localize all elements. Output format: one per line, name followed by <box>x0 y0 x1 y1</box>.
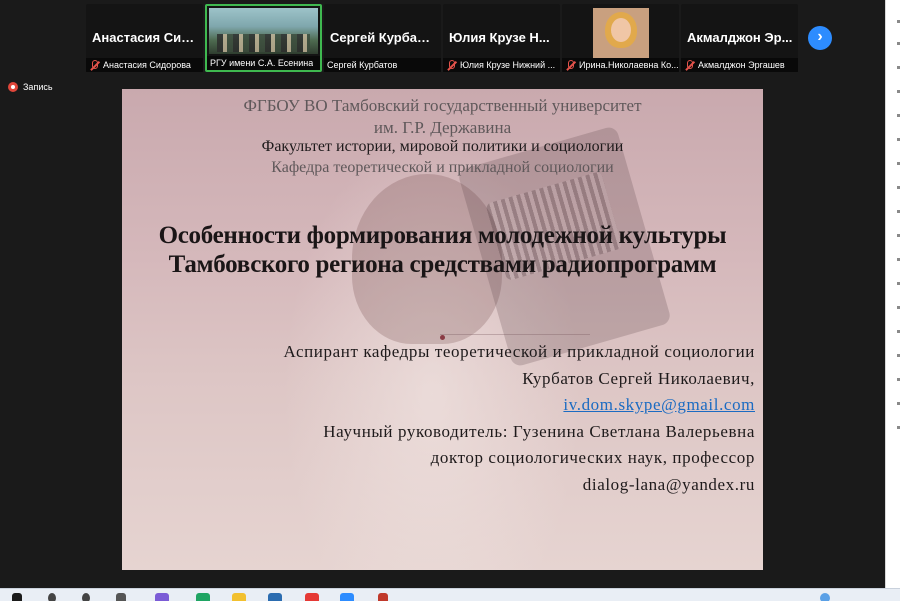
participant-tile-active-speaker[interactable]: РГУ имени С.А. Есенина <box>205 4 322 72</box>
participant-name: Ирина.Николаевна Ко... <box>579 60 679 70</box>
decorative-line <box>440 334 590 335</box>
slide-title: Особенности формирования молодежной куль… <box>122 221 763 279</box>
mic-muted-icon <box>684 59 695 71</box>
participant-big-name: Акмалджон Эр... <box>687 30 793 45</box>
recording-label: Запись <box>23 82 53 92</box>
participant-strip: Анастасия Сид... Анастасия Сидорова РГУ … <box>86 4 798 72</box>
participant-name: Юлия Крузе Нижний ... <box>460 60 556 70</box>
mic-muted-icon <box>446 59 457 71</box>
record-icon <box>8 82 18 92</box>
author-name: Курбатов Сергей Николаевич, <box>522 368 755 388</box>
slide-department: Кафедра теоретической и прикладной социо… <box>271 159 614 176</box>
advisor-name: Научный руководитель: Гузенина Светлана … <box>323 421 755 441</box>
participant-tile[interactable]: Ирина.Николаевна Ко... <box>562 4 679 72</box>
participant-caption: Юлия Крузе Нижний ... <box>443 58 560 72</box>
slide-authors: Аспирант кафедры теоретической и приклад… <box>195 339 755 498</box>
participant-big-name: Сергей Курбатов <box>330 30 436 45</box>
participant-name: РГУ имени С.А. Есенина <box>210 58 314 68</box>
participant-name: Сергей Курбатов <box>327 60 398 70</box>
participant-tile[interactable]: Сергей Курбатов Сергей Курбатов <box>324 4 441 72</box>
participant-caption: Акмалджон Эргашев <box>681 58 798 72</box>
author-email-link[interactable]: iv.dom.skype@gmail.com <box>195 392 755 419</box>
advisor-email: dialog-lana@yandex.ru <box>582 474 755 494</box>
slide-faculty: Факультет истории, мировой политики и со… <box>261 138 624 155</box>
participant-avatar <box>593 8 649 58</box>
mic-muted-icon <box>89 59 100 71</box>
taskbar <box>0 588 900 601</box>
participant-tile[interactable]: Акмалджон Эр... Акмалджон Эргашев <box>681 4 798 72</box>
next-participants-button[interactable]: › <box>808 26 832 50</box>
participant-name: Анастасия Сидорова <box>103 60 191 70</box>
advisor-degree: доктор социологических наук, профессор <box>430 448 755 467</box>
participant-caption: Сергей Курбатов <box>324 58 441 72</box>
mic-muted-icon <box>565 59 576 71</box>
meeting-window: Анастасия Сид... Анастасия Сидорова РГУ … <box>0 0 885 588</box>
slide-title-line1: Особенности формирования молодежной куль… <box>158 222 727 249</box>
slide-title-line2: Тамбовского региона средствами радиопрог… <box>168 251 717 278</box>
slide-university-line1: ФГБОУ ВО Тамбовский государственный унив… <box>243 96 642 115</box>
participant-big-name: Юлия Крузе Н... <box>449 30 550 45</box>
participant-tile[interactable]: Анастасия Сид... Анастасия Сидорова <box>86 4 203 72</box>
participant-tile[interactable]: Юлия Крузе Н... Юлия Крузе Нижний ... <box>443 4 560 72</box>
background-window-edge <box>885 0 900 588</box>
shared-slide: ФГБОУ ВО Тамбовский государственный унив… <box>122 89 763 570</box>
author-role: Аспирант кафедры теоретической и приклад… <box>283 342 755 361</box>
slide-university-line2: им. Г.Р. Державина <box>373 118 512 137</box>
slide-university: ФГБОУ ВО Тамбовский государственный унив… <box>122 95 763 139</box>
recording-indicator[interactable]: Запись <box>8 82 53 92</box>
participant-caption: Анастасия Сидорова <box>86 58 203 72</box>
participant-name: Акмалджон Эргашев <box>698 60 785 70</box>
chevron-right-icon: › <box>817 28 823 45</box>
participant-caption: РГУ имени С.А. Есенина <box>207 56 320 70</box>
participant-big-name: Анастасия Сид... <box>92 30 198 45</box>
participant-caption: Ирина.Николаевна Ко... <box>562 58 679 72</box>
participant-video <box>209 8 318 54</box>
